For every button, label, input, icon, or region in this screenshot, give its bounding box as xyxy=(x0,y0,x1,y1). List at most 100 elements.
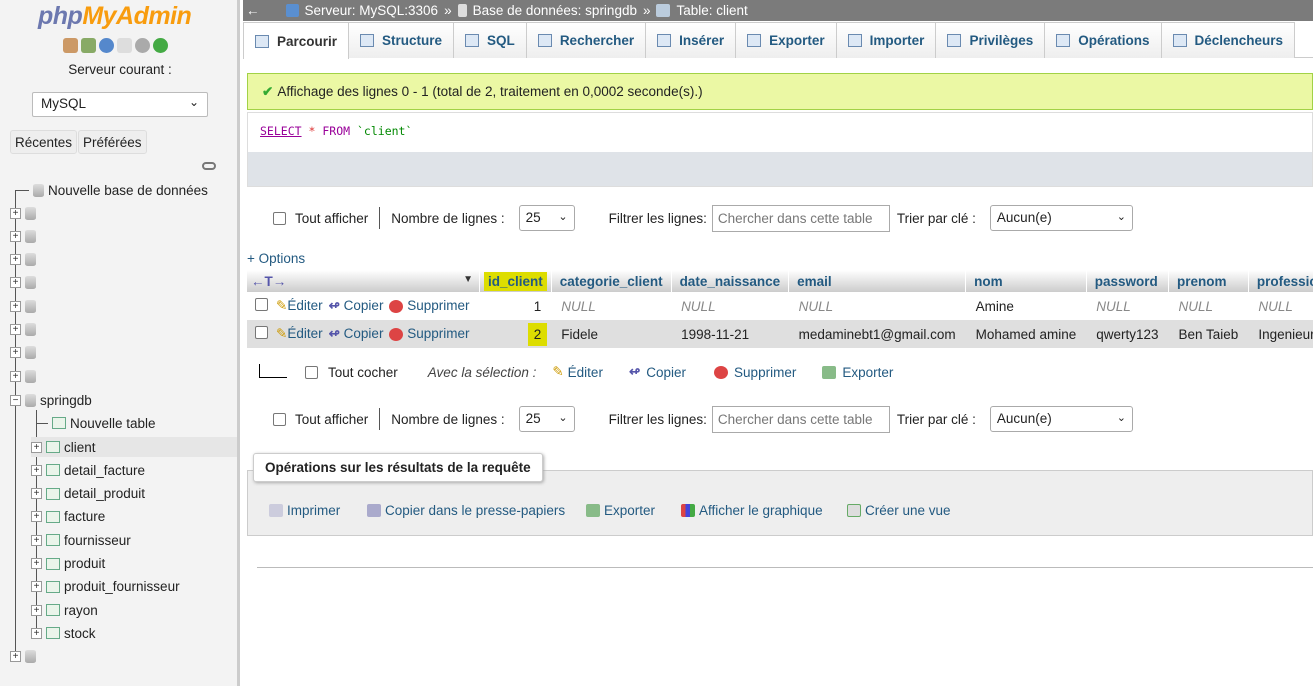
copy-row-button[interactable]: Copier xyxy=(344,298,384,313)
expand-icon[interactable]: + xyxy=(31,511,42,523)
database-item[interactable]: + xyxy=(10,226,36,246)
expand-icon[interactable]: + xyxy=(10,207,21,219)
database-item[interactable]: + xyxy=(10,250,36,270)
tab-privileges[interactable]: Privilèges xyxy=(935,22,1046,58)
cell-nom[interactable]: Mohamed amine xyxy=(965,320,1087,348)
rows-select[interactable]: 25 ⌄ xyxy=(518,406,575,432)
table-item-produit_fournisseur[interactable]: + produit_fournisseur xyxy=(31,577,180,597)
copy-row-button[interactable]: Copier xyxy=(344,326,384,341)
sort-select[interactable]: Aucun(e) ⌄ xyxy=(989,205,1133,231)
column-header-categorie_client[interactable]: categorie_client xyxy=(551,270,672,292)
breadcrumb-table[interactable]: Table: client xyxy=(676,3,747,18)
export-link[interactable]: Exporter xyxy=(586,503,655,518)
check-all-label[interactable]: Tout cocher xyxy=(328,365,398,380)
column-arrows-icon[interactable]: ←T→ xyxy=(251,274,286,289)
phpmyadmin-logo[interactable]: phpMyAdmin xyxy=(38,2,192,31)
create-view-link[interactable]: Créer une vue xyxy=(847,503,951,518)
bulk-export-button[interactable]: Exporter xyxy=(842,365,893,380)
display-chart-link[interactable]: Afficher le graphique xyxy=(681,503,823,518)
expand-icon[interactable]: + xyxy=(10,300,21,312)
cell-profession[interactable]: Ingenieur xyxy=(1248,320,1313,348)
expand-icon[interactable]: + xyxy=(10,370,21,382)
database-item[interactable]: + xyxy=(10,646,36,666)
filter-input[interactable]: Chercher dans cette table xyxy=(711,405,890,433)
show-all-label[interactable]: Tout afficher xyxy=(295,211,368,226)
tab-export[interactable]: Exporter xyxy=(735,22,837,58)
expand-icon[interactable]: + xyxy=(10,324,21,335)
cell-password[interactable]: NULL xyxy=(1086,292,1168,320)
table-item-stock[interactable]: + stock xyxy=(31,623,96,643)
logout-icon[interactable] xyxy=(81,38,96,53)
tab-browse[interactable]: Parcourir xyxy=(243,22,350,59)
bulk-delete-button[interactable]: Supprimer xyxy=(734,365,796,380)
expand-icon[interactable]: + xyxy=(31,558,42,569)
cell-email[interactable]: NULL xyxy=(789,292,966,320)
recent-button[interactable]: Récentes xyxy=(10,130,78,154)
tab-search[interactable]: Rechercher xyxy=(525,22,647,58)
expand-icon[interactable]: + xyxy=(31,441,42,453)
expand-icon[interactable]: + xyxy=(10,254,21,266)
expand-icon[interactable]: + xyxy=(10,230,21,242)
column-header-date_naissance[interactable]: date_naissance xyxy=(671,270,790,292)
cell-date_naissance[interactable]: NULL xyxy=(671,292,789,320)
database-item[interactable]: + xyxy=(10,320,36,340)
new-database-item[interactable]: Nouvelle base de données xyxy=(15,180,208,200)
table-item-detail_facture[interactable]: + detail_facture xyxy=(31,460,145,480)
show-all-checkbox[interactable] xyxy=(273,412,286,426)
sort-select[interactable]: Aucun(e) ⌄ xyxy=(989,406,1133,432)
expand-icon[interactable]: + xyxy=(31,581,42,593)
breadcrumb-server[interactable]: Serveur: MySQL:3306 xyxy=(305,3,439,18)
table-item-fournisseur[interactable]: + fournisseur xyxy=(31,530,131,550)
database-item[interactable]: + xyxy=(10,366,36,386)
column-header-nom[interactable]: nom xyxy=(965,270,1087,292)
cell-categorie_client[interactable]: NULL xyxy=(551,292,671,320)
delete-row-button[interactable]: Supprimer xyxy=(407,326,469,341)
delete-row-button[interactable]: Supprimer xyxy=(407,298,469,313)
cell-nom[interactable]: Amine xyxy=(966,292,1087,320)
show-all-label[interactable]: Tout afficher xyxy=(295,412,368,427)
table-item-detail_produit[interactable]: + detail_produit xyxy=(31,484,145,504)
cell-categorie_client[interactable]: Fidele xyxy=(551,320,672,348)
link-icon[interactable] xyxy=(202,162,216,170)
bulk-copy-button[interactable]: Copier xyxy=(646,365,686,380)
cell-date_naissance[interactable]: 1998-11-21 xyxy=(671,320,789,348)
tab-operations[interactable]: Opérations xyxy=(1044,22,1162,58)
expand-icon[interactable]: + xyxy=(10,277,21,289)
cell-email[interactable]: medaminebt1@gmail.com xyxy=(788,320,966,348)
cell-prenom[interactable]: NULL xyxy=(1169,292,1249,320)
column-header-email[interactable]: email xyxy=(788,270,967,292)
column-header-profession[interactable]: profession xyxy=(1248,270,1313,292)
show-all-checkbox[interactable] xyxy=(273,211,286,225)
database-item[interactable]: + xyxy=(10,273,36,293)
expand-icon[interactable]: + xyxy=(31,604,42,616)
cell-id_client[interactable]: 2 xyxy=(479,320,552,348)
tab-structure[interactable]: Structure xyxy=(348,22,455,58)
database-item[interactable]: + xyxy=(10,343,36,363)
expand-icon[interactable]: + xyxy=(31,534,42,546)
database-item[interactable]: + xyxy=(10,203,36,223)
edit-row-button[interactable]: Éditer xyxy=(287,326,322,341)
docs-icon[interactable] xyxy=(117,38,132,53)
database-item[interactable]: + xyxy=(10,296,36,316)
cell-password[interactable]: qwerty123 xyxy=(1086,320,1169,348)
expand-icon[interactable]: + xyxy=(31,464,42,476)
favorites-button[interactable]: Préférées xyxy=(78,130,147,154)
column-resize-header[interactable]: ←T→ ▼ xyxy=(247,270,480,292)
server-select[interactable]: MySQL ⌄ xyxy=(32,92,208,117)
expand-icon[interactable]: + xyxy=(31,627,42,639)
database-springdb[interactable]: − springdb xyxy=(10,390,92,410)
tab-insert[interactable]: Insérer xyxy=(645,22,737,58)
help-icon[interactable] xyxy=(99,38,114,53)
home-icon[interactable] xyxy=(63,38,78,53)
expand-icon[interactable]: + xyxy=(31,488,42,500)
table-item-client[interactable]: + client xyxy=(31,437,237,457)
collapse-arrow-icon[interactable]: ← xyxy=(246,3,260,18)
cell-profession[interactable]: NULL xyxy=(1248,292,1313,320)
sort-triangle-icon[interactable]: ▼ xyxy=(463,274,473,285)
table-item-rayon[interactable]: + rayon xyxy=(31,600,98,620)
tab-triggers[interactable]: Déclencheurs xyxy=(1160,22,1296,58)
options-link[interactable]: + Options xyxy=(247,251,305,266)
check-all-checkbox[interactable] xyxy=(305,365,318,379)
collapse-icon[interactable]: − xyxy=(10,394,21,406)
cell-prenom[interactable]: Ben Taieb xyxy=(1168,320,1249,348)
